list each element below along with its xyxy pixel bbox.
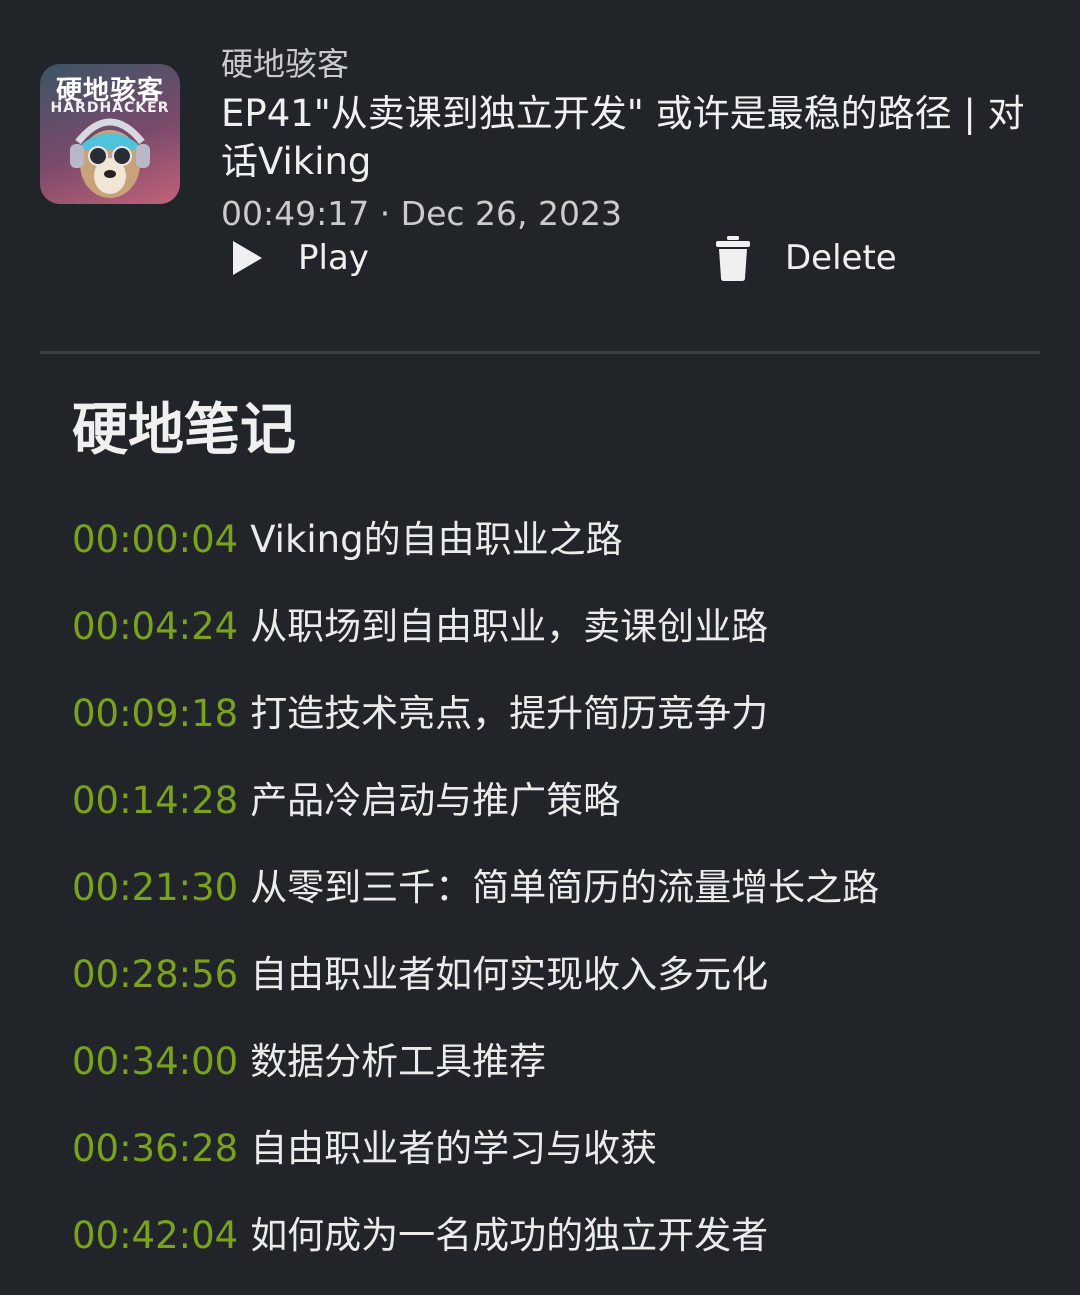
- cover-subtitle: HARDHACKER: [50, 100, 170, 116]
- podcast-cover-art: 硬地骇客 HARDHACKER: [40, 64, 180, 204]
- chapter-timestamp[interactable]: 00:34:00: [72, 1040, 238, 1083]
- chapter-timestamp[interactable]: 00:09:18: [72, 692, 238, 735]
- chapter-title: 自由职业者如何实现收入多元化: [250, 953, 769, 996]
- chapter-title: Viking的自由职业之路: [250, 518, 623, 561]
- chapter-timestamp[interactable]: 00:14:28: [72, 779, 238, 822]
- delete-button[interactable]: Delete: [715, 228, 897, 288]
- chapter-title: 数据分析工具推荐: [250, 1040, 547, 1083]
- section-divider: [40, 351, 1040, 354]
- chapter-item[interactable]: 00:14:28 产品冷启动与推广策略: [72, 773, 1052, 860]
- chapter-item[interactable]: 00:04:24 从职场到自由职业，卖课创业路: [72, 599, 1052, 686]
- chapter-timestamp[interactable]: 00:21:30: [72, 866, 238, 909]
- chapter-timestamp[interactable]: 00:36:28: [72, 1127, 238, 1170]
- episode-meta: 硬地骇客 EP41"从卖课到独立开发" 或许是最稳的路径 | 对话Viking …: [221, 40, 1031, 236]
- chapter-timestamp[interactable]: 00:00:04: [72, 518, 238, 561]
- episode-actions: Play Delete: [0, 228, 1080, 288]
- chapter-timestamp[interactable]: 00:28:56: [72, 953, 238, 996]
- chapter-item[interactable]: 00:00:04 Viking的自由职业之路: [72, 512, 1052, 599]
- chapter-title: 如何成为一名成功的独立开发者: [250, 1214, 769, 1257]
- play-label: Play: [298, 238, 369, 278]
- chapter-title: 产品冷启动与推广策略: [250, 779, 621, 822]
- notes-heading: 硬地笔记: [72, 398, 296, 463]
- chapter-item[interactable]: 00:28:56 自由职业者如何实现收入多元化: [72, 947, 1052, 1034]
- chapter-title: 从职场到自由职业，卖课创业路: [250, 605, 769, 648]
- podcast-name[interactable]: 硬地骇客: [221, 42, 1031, 86]
- chapter-timestamp[interactable]: 00:04:24: [72, 605, 238, 648]
- chapter-title: 自由职业者的学习与收获: [250, 1127, 658, 1170]
- chapter-title: 从零到三千：简单简历的流量增长之路: [250, 866, 880, 909]
- chapter-list: 00:00:04 Viking的自由职业之路 00:04:24 从职场到自由职业，卖…: [72, 512, 1052, 1295]
- chapter-item[interactable]: 00:09:18 打造技术亮点，提升简历竞争力: [72, 686, 1052, 773]
- chapter-timestamp[interactable]: 00:42:04: [72, 1214, 238, 1257]
- delete-label: Delete: [785, 238, 897, 278]
- episode-title: EP41"从卖课到独立开发" 或许是最稳的路径 | 对话Viking: [221, 92, 1025, 183]
- trash-icon: [716, 236, 750, 281]
- chapter-item[interactable]: 00:42:04 如何成为一名成功的独立开发者: [72, 1208, 1052, 1295]
- chapter-item[interactable]: 00:34:00 数据分析工具推荐: [72, 1034, 1052, 1121]
- chapter-item[interactable]: 00:36:28 自由职业者的学习与收获: [72, 1121, 1052, 1208]
- play-icon: [233, 241, 262, 275]
- chapter-title: 打造技术亮点，提升简历竞争力: [250, 692, 769, 735]
- chapter-item[interactable]: 00:21:30 从零到三千：简单简历的流量增长之路: [72, 860, 1052, 947]
- play-button[interactable]: Play: [230, 228, 369, 288]
